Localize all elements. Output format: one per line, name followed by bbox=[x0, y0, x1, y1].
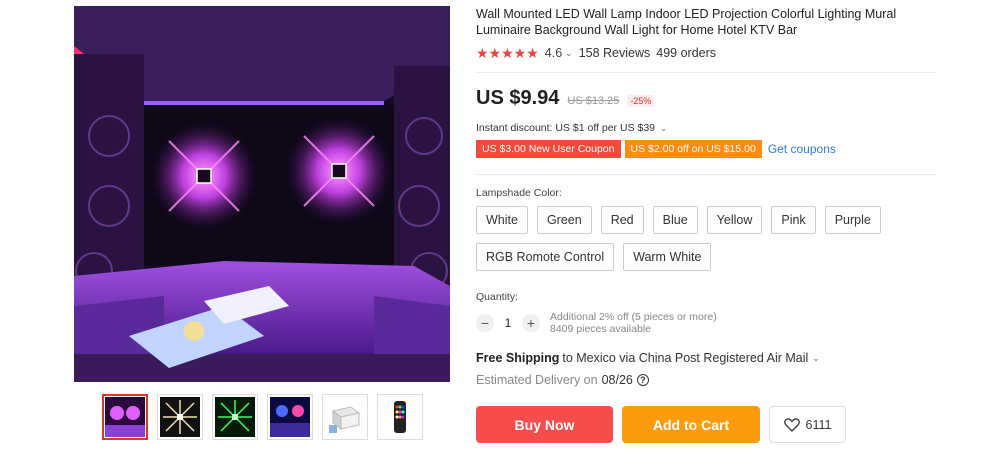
increase-quantity-button[interactable]: + bbox=[522, 314, 540, 332]
shipping-method: to Mexico via China Post Registered Air … bbox=[562, 351, 809, 365]
star-rating-icon: ★★★★★ bbox=[476, 44, 539, 61]
free-shipping-label: Free Shipping bbox=[476, 351, 560, 365]
quantity-label: Quantity: bbox=[476, 291, 519, 303]
bulk-discount-note: Additional 2% off (5 pieces or more) bbox=[550, 311, 717, 323]
main-product-image[interactable] bbox=[74, 6, 450, 382]
color-option-rgb-remote[interactable]: RGB Romote Control bbox=[476, 243, 615, 271]
coupon-row: US $3.00 New User Coupon US $2.00 off on… bbox=[476, 140, 936, 158]
chevron-down-icon: ⌄ bbox=[812, 352, 820, 363]
delivery-estimate: Estimated Delivery on 08/26 ? bbox=[476, 373, 936, 387]
heart-icon bbox=[783, 417, 800, 432]
divider bbox=[476, 72, 936, 73]
thumbnail-3[interactable] bbox=[212, 394, 258, 440]
thumbnail-2[interactable] bbox=[157, 394, 203, 440]
orders-count: 499 orders bbox=[656, 46, 717, 60]
chevron-down-icon: ⌄ bbox=[659, 123, 668, 133]
rating-value: 4.6 bbox=[544, 46, 563, 60]
store-coupon[interactable]: US $2.00 off on US $15.00 bbox=[624, 140, 762, 158]
divider bbox=[476, 174, 936, 175]
rating-row: ★★★★★ 4.6 ⌄ 158 Reviews 499 orders bbox=[476, 44, 936, 62]
quantity-stepper: − 1 + Additional 2% off (5 pieces or mor… bbox=[476, 311, 936, 335]
new-user-coupon[interactable]: US $3.00 New User Coupon bbox=[476, 140, 621, 158]
thumbnail-strip bbox=[102, 394, 423, 440]
get-coupons-link[interactable]: Get coupons bbox=[768, 142, 836, 156]
price-row: US $9.94 US $13.25 -25% bbox=[476, 87, 936, 110]
product-details: Wall Mounted LED Wall Lamp Indoor LED Pr… bbox=[476, 6, 936, 387]
add-to-cart-button[interactable]: Add to Cart bbox=[622, 406, 760, 443]
thumbnail-6[interactable] bbox=[377, 394, 423, 440]
instant-discount[interactable]: Instant discount: US $1 off per US $39 ⌄ bbox=[476, 122, 936, 134]
color-option-pink[interactable]: Pink bbox=[771, 206, 816, 234]
reviews-count[interactable]: 158 Reviews bbox=[579, 46, 651, 60]
color-option-red[interactable]: Red bbox=[600, 206, 644, 234]
color-option-purple[interactable]: Purple bbox=[824, 206, 881, 234]
quantity-info: Additional 2% off (5 pieces or more) 840… bbox=[550, 311, 717, 335]
wishlist-count: 6111 bbox=[805, 417, 832, 432]
thumbnail-1[interactable] bbox=[102, 394, 148, 440]
delivery-date: 08/26 bbox=[601, 373, 633, 387]
thumbnail-4[interactable] bbox=[267, 394, 313, 440]
product-title: Wall Mounted LED Wall Lamp Indoor LED Pr… bbox=[476, 7, 897, 37]
shipping-info[interactable]: Free Shipping to Mexico via China Post R… bbox=[476, 351, 936, 365]
stock-available: 8409 pieces available bbox=[550, 323, 651, 335]
color-option-warm-white[interactable]: Warm White bbox=[623, 243, 712, 271]
color-option-yellow[interactable]: Yellow bbox=[706, 206, 763, 234]
decrease-quantity-button[interactable]: − bbox=[476, 314, 494, 332]
current-price: US $9.94 bbox=[476, 87, 560, 109]
instant-discount-text: Instant discount: US $1 off per US $39 bbox=[476, 122, 655, 134]
action-buttons: Buy Now Add to Cart 6111 bbox=[476, 406, 846, 443]
delivery-label: Estimated Delivery on bbox=[476, 373, 598, 387]
color-option-blue[interactable]: Blue bbox=[652, 206, 698, 234]
quantity-value[interactable]: 1 bbox=[494, 316, 522, 330]
help-icon[interactable]: ? bbox=[636, 374, 649, 386]
buy-now-button[interactable]: Buy Now bbox=[476, 406, 613, 443]
wishlist-button[interactable]: 6111 bbox=[769, 406, 846, 443]
color-label: Lampshade Color: bbox=[476, 187, 562, 199]
original-price: US $13.25 bbox=[567, 95, 620, 107]
color-options: White Green Red Blue Yellow Pink Purple … bbox=[476, 206, 896, 271]
color-option-white[interactable]: White bbox=[476, 206, 528, 234]
discount-badge: -25% bbox=[627, 95, 655, 107]
thumbnail-5[interactable] bbox=[322, 394, 368, 440]
chevron-down-icon[interactable]: ⌄ bbox=[565, 48, 573, 59]
color-option-green[interactable]: Green bbox=[536, 206, 592, 234]
